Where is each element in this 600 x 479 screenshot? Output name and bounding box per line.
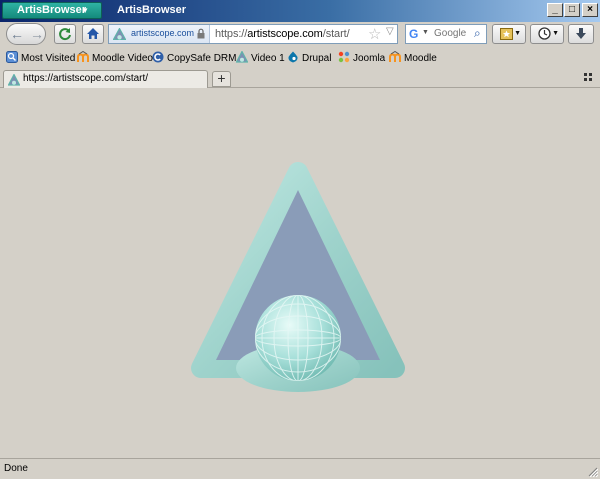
list-all-tabs-icon[interactable] [584,73,592,81]
bookmark-joomla[interactable]: Joomla [338,50,385,68]
maximize-button[interactable]: □ [564,3,580,17]
tab-strip: https://artistscope.com/start/ + [0,68,600,88]
site-identity-button[interactable]: artistscope.com [109,25,210,43]
artistscope-logo [191,162,405,392]
reload-icon [59,28,71,41]
status-bar: Done [0,458,600,479]
artistscope-icon [8,74,20,86]
navigation-toolbar: ← → artistscope.com https://artistscope.… [0,22,600,48]
bookmark-drupal[interactable]: Drupal [287,50,331,68]
app-menu-label: ArtisBrowser [17,4,87,16]
forward-arrow-icon[interactable]: → [30,26,44,42]
window-title: ArtisBrowser [117,4,187,16]
bookmark-label: Moodle [404,53,437,64]
bookmark-label: CopySafe DRM [167,53,237,64]
resize-grip-icon[interactable] [586,465,598,477]
moodle-icon [77,51,89,63]
artistscope-icon [113,28,126,40]
bookmarks-menu-button[interactable]: ▼ [492,24,526,44]
title-bar: ArtisBrowser ▼ ArtisBrowser _ □ × [0,0,600,22]
google-icon[interactable]: G [409,27,418,41]
bookmarks-icon [499,28,513,40]
url-history-dropdown-icon[interactable]: ▽ [386,26,394,37]
moodle-icon [389,51,401,63]
minimize-button[interactable]: _ [547,3,563,17]
clock-icon [537,27,551,40]
page-content [0,89,600,458]
bookmark-label: Video 1 [251,53,285,64]
chevron-down-icon: ▼ [552,30,559,37]
home-icon [87,28,99,39]
lock-icon [197,28,205,39]
url-text[interactable]: https://artistscope.com/start/ [215,28,350,40]
bookmark-copysafe-drm[interactable]: CopySafe DRM [152,50,236,68]
bookmark-moodle-video[interactable]: Moodle Video [77,50,153,68]
download-arrow-icon [576,28,586,39]
site-identity-label: artistscope.com [131,28,195,38]
downloads-button[interactable] [568,24,594,44]
bookmark-label: Most Visited [21,53,76,64]
bookmark-most-visited[interactable]: Most Visited [6,50,75,68]
chevron-down-icon: ▼ [81,6,89,15]
address-bar[interactable]: artistscope.com https://artistscope.com/… [108,24,398,44]
chevron-down-icon[interactable]: ▼ [422,29,429,36]
bookmark-label: Joomla [353,53,386,64]
close-button[interactable]: × [582,3,598,17]
back-forward-group: ← → [6,23,46,45]
bookmarks-toolbar: Most Visited Moodle Video CopySafe DRM V… [0,50,600,68]
bookmark-star-icon[interactable]: ☆ [368,25,381,43]
bookmark-label: Drupal [302,53,332,64]
url-prefix: https:// [215,28,248,40]
home-button[interactable] [82,24,104,44]
new-tab-button[interactable]: + [212,71,231,87]
joomla-icon [338,52,350,63]
status-text: Done [4,463,28,474]
search-bar[interactable]: G ▼ ⌕ [405,24,487,44]
bookmark-moodle[interactable]: Moodle [389,50,437,68]
reload-button[interactable] [54,24,76,44]
bookmark-label: Moodle Video [92,53,153,64]
tab-start-page[interactable]: https://artistscope.com/start/ [3,70,208,88]
url-path: /start/ [322,28,350,40]
search-input[interactable] [434,28,470,39]
app-menu-button[interactable]: ArtisBrowser ▼ [2,2,102,19]
url-host: artistscope.com [247,28,323,40]
chevron-down-icon: ▼ [514,30,521,37]
history-menu-button[interactable]: ▼ [530,24,564,44]
most-visited-icon [6,51,18,64]
artistscope-icon [236,51,248,63]
drupal-icon [288,51,298,63]
back-arrow-icon[interactable]: ← [10,26,24,42]
copysafe-icon [152,51,164,63]
search-icon[interactable]: ⌕ [474,26,481,41]
bookmark-video-1[interactable]: Video 1 [236,50,285,68]
tab-label: https://artistscope.com/start/ [23,73,149,84]
